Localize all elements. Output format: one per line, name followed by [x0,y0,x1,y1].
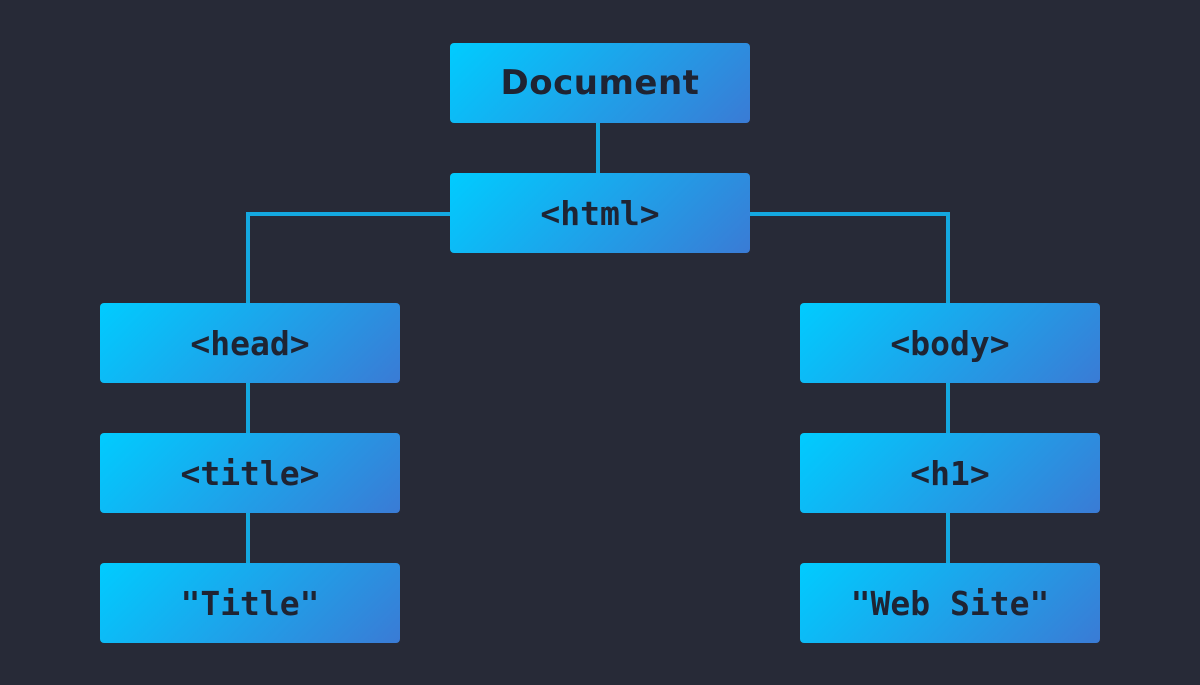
node-title-text-label: "Title" [180,583,320,623]
node-title-text: "Title" [100,563,400,643]
connector-body-h1 [946,383,950,433]
node-head-label: <head> [190,323,310,363]
node-h1-text: "Web Site" [800,563,1100,643]
connector-html-head-vertical [246,212,250,303]
node-body: <body> [800,303,1100,383]
connector-html-body-horizontal [750,212,950,216]
node-body-label: <body> [890,323,1010,363]
connector-html-head-horizontal [246,212,450,216]
node-title-label: <title> [180,453,320,493]
connector-html-body-vertical [946,212,950,303]
node-h1: <h1> [800,433,1100,513]
connector-document-html [596,123,600,173]
node-html: <html> [450,173,750,253]
node-head: <head> [100,303,400,383]
dom-tree-diagram: Document <html> <head> <title> "Title" <… [0,0,1200,685]
node-document-label: Document [500,63,700,103]
connector-h1-text [946,513,950,563]
node-html-label: <html> [540,193,660,233]
node-title: <title> [100,433,400,513]
node-h1-label: <h1> [910,453,990,493]
connector-head-title [246,383,250,433]
node-h1-text-label: "Web Site" [850,583,1050,623]
connector-title-text [246,513,250,563]
node-document: Document [450,43,750,123]
